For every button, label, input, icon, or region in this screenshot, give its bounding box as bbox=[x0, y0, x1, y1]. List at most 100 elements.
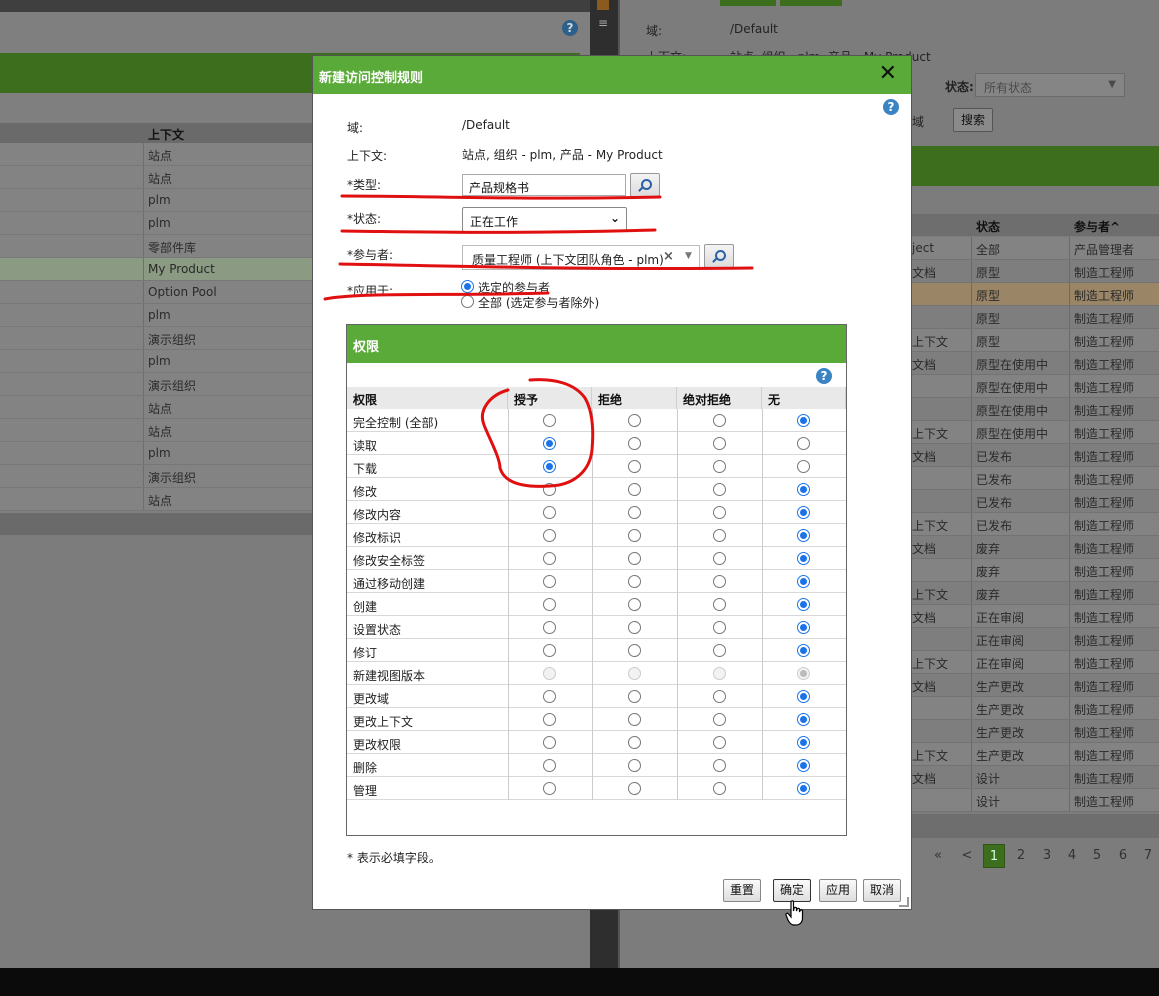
permission-deny-radio[interactable] bbox=[627, 621, 641, 634]
permission-grant-radio[interactable] bbox=[543, 621, 556, 634]
table-row[interactable]: 文档 生产更改 制造工程师 bbox=[912, 674, 1159, 697]
permission-deny-radio[interactable] bbox=[627, 529, 641, 542]
permission-grant-radio[interactable] bbox=[543, 690, 556, 703]
permission-deny-radio[interactable] bbox=[627, 437, 641, 450]
permission-absolute-deny-radio[interactable] bbox=[712, 529, 726, 542]
permission-grant-radio[interactable] bbox=[543, 759, 556, 772]
permission-absolute-deny-radio[interactable] bbox=[712, 506, 726, 519]
state-select[interactable]: 正在工作 ⌄ bbox=[462, 207, 627, 232]
page-button[interactable]: 2 bbox=[1010, 844, 1032, 868]
participant-search-button[interactable] bbox=[704, 244, 734, 268]
table-row[interactable]: 上下文 原型 制造工程师 bbox=[912, 329, 1159, 352]
permission-none-radio[interactable] bbox=[797, 598, 810, 611]
table-row[interactable]: 生产更改 制造工程师 bbox=[912, 720, 1159, 743]
page-button[interactable]: 7 bbox=[1137, 844, 1159, 868]
permission-absolute-deny-radio[interactable] bbox=[712, 690, 726, 703]
right-search-button[interactable]: 搜索 bbox=[953, 108, 993, 132]
permission-grant-radio[interactable] bbox=[543, 506, 556, 519]
right-table-header-participant[interactable]: 参与者^ bbox=[1074, 218, 1120, 235]
permission-absolute-deny-radio[interactable] bbox=[712, 414, 726, 427]
clear-icon[interactable]: × bbox=[663, 249, 674, 264]
permission-absolute-deny-radio[interactable] bbox=[712, 736, 726, 749]
permission-deny-radio[interactable] bbox=[627, 713, 641, 726]
permission-absolute-deny-radio[interactable] bbox=[712, 483, 726, 496]
table-row[interactable]: 已发布 制造工程师 bbox=[912, 490, 1159, 513]
permission-none-radio[interactable] bbox=[797, 736, 810, 749]
permission-grant-radio[interactable] bbox=[543, 575, 556, 588]
table-row[interactable]: 上下文 生产更改 制造工程师 bbox=[912, 743, 1159, 766]
permission-deny-radio[interactable] bbox=[627, 736, 641, 749]
type-search-button[interactable] bbox=[630, 173, 660, 197]
dialog-titlebar[interactable]: 新建访问控制规则 ✕ bbox=[313, 56, 911, 94]
apply-button[interactable]: 应用 bbox=[819, 879, 857, 902]
permission-grant-radio[interactable] bbox=[543, 736, 556, 749]
permission-deny-radio[interactable] bbox=[627, 644, 641, 657]
permission-deny-radio[interactable] bbox=[627, 575, 641, 588]
table-row[interactable]: 已发布 制造工程师 bbox=[912, 467, 1159, 490]
resize-grip-icon[interactable] bbox=[899, 897, 909, 907]
permission-deny-radio[interactable] bbox=[627, 598, 641, 611]
permission-absolute-deny-radio[interactable] bbox=[712, 644, 726, 657]
table-row[interactable]: 原型在使用中 制造工程师 bbox=[912, 375, 1159, 398]
collapse-icon[interactable] bbox=[597, 0, 609, 10]
table-row[interactable]: 生产更改 制造工程师 bbox=[912, 697, 1159, 720]
page-button[interactable]: 4 bbox=[1061, 844, 1083, 868]
page-button[interactable]: 6 bbox=[1112, 844, 1134, 868]
table-row[interactable]: 上下文 已发布 制造工程师 bbox=[912, 513, 1159, 536]
help-icon[interactable]: ? bbox=[816, 368, 832, 384]
permission-none-radio[interactable] bbox=[797, 575, 810, 588]
permission-none-radio[interactable] bbox=[797, 690, 810, 703]
permission-none-radio[interactable] bbox=[797, 644, 810, 657]
cancel-button[interactable]: 取消 bbox=[863, 879, 901, 902]
table-row[interactable]: 文档 正在审阅 制造工程师 bbox=[912, 605, 1159, 628]
permission-none-radio[interactable] bbox=[797, 782, 810, 795]
table-row[interactable]: 文档 废弃 制造工程师 bbox=[912, 536, 1159, 559]
right-table-header-state[interactable]: 状态 bbox=[976, 218, 1000, 235]
permission-none-radio[interactable] bbox=[797, 713, 810, 726]
permission-grant-radio[interactable] bbox=[543, 460, 556, 473]
permission-grant-radio[interactable] bbox=[543, 644, 556, 657]
permission-none-radio[interactable] bbox=[797, 621, 810, 634]
table-row[interactable]: 正在审阅 制造工程师 bbox=[912, 628, 1159, 651]
permission-deny-radio[interactable] bbox=[627, 782, 641, 795]
permission-deny-radio[interactable] bbox=[627, 460, 641, 473]
reset-button[interactable]: 重置 bbox=[723, 879, 761, 902]
permission-deny-radio[interactable] bbox=[627, 483, 641, 496]
table-row[interactable]: 废弃 制造工程师 bbox=[912, 559, 1159, 582]
table-row[interactable]: 文档 原型在使用中 制造工程师 bbox=[912, 352, 1159, 375]
permission-none-radio[interactable] bbox=[797, 529, 810, 542]
table-row[interactable]: 文档 设计 制造工程师 bbox=[912, 766, 1159, 789]
table-row[interactable]: 上下文 原型在使用中 制造工程师 bbox=[912, 421, 1159, 444]
panel-toggle-icon[interactable]: ≡ bbox=[596, 16, 610, 30]
participant-field[interactable]: 质量工程师 (上下文团队角色 - plm) × ▼ bbox=[462, 245, 700, 270]
permission-grant-radio[interactable] bbox=[543, 437, 556, 450]
permission-none-radio[interactable] bbox=[797, 759, 810, 772]
permission-grant-radio[interactable] bbox=[543, 529, 556, 542]
apply-to-radio[interactable] bbox=[461, 295, 474, 308]
first-page-button[interactable]: « bbox=[927, 844, 949, 868]
chevron-down-icon[interactable]: ▼ bbox=[685, 251, 692, 261]
permission-none-radio[interactable] bbox=[797, 437, 810, 450]
permission-grant-radio[interactable] bbox=[543, 552, 556, 565]
left-help-icon[interactable]: ? bbox=[562, 20, 578, 36]
table-row[interactable]: 文档 原型 制造工程师 bbox=[912, 260, 1159, 283]
permission-grant-radio[interactable] bbox=[543, 782, 556, 795]
help-icon[interactable]: ? bbox=[883, 99, 899, 115]
close-icon[interactable]: ✕ bbox=[879, 62, 897, 86]
permission-absolute-deny-radio[interactable] bbox=[712, 437, 726, 450]
apply-to-radio[interactable] bbox=[461, 280, 474, 293]
permission-absolute-deny-radio[interactable] bbox=[712, 460, 726, 473]
page-button[interactable]: 5 bbox=[1086, 844, 1108, 868]
page-button[interactable]: 3 bbox=[1036, 844, 1058, 868]
right-top-tab[interactable] bbox=[780, 0, 842, 6]
permission-grant-radio[interactable] bbox=[543, 414, 556, 427]
table-row[interactable]: 原型在使用中 制造工程师 bbox=[912, 398, 1159, 421]
table-row[interactable]: ject 全部 产品管理者 bbox=[912, 237, 1159, 260]
page-button[interactable]: 1 bbox=[983, 844, 1005, 868]
permission-none-radio[interactable] bbox=[797, 506, 810, 519]
table-row[interactable]: 上下文 正在审阅 制造工程师 bbox=[912, 651, 1159, 674]
right-status-select[interactable]: 所有状态 ▼ bbox=[975, 73, 1125, 97]
permission-absolute-deny-radio[interactable] bbox=[712, 552, 726, 565]
table-row[interactable]: 文档 已发布 制造工程师 bbox=[912, 444, 1159, 467]
permission-deny-radio[interactable] bbox=[627, 414, 641, 427]
